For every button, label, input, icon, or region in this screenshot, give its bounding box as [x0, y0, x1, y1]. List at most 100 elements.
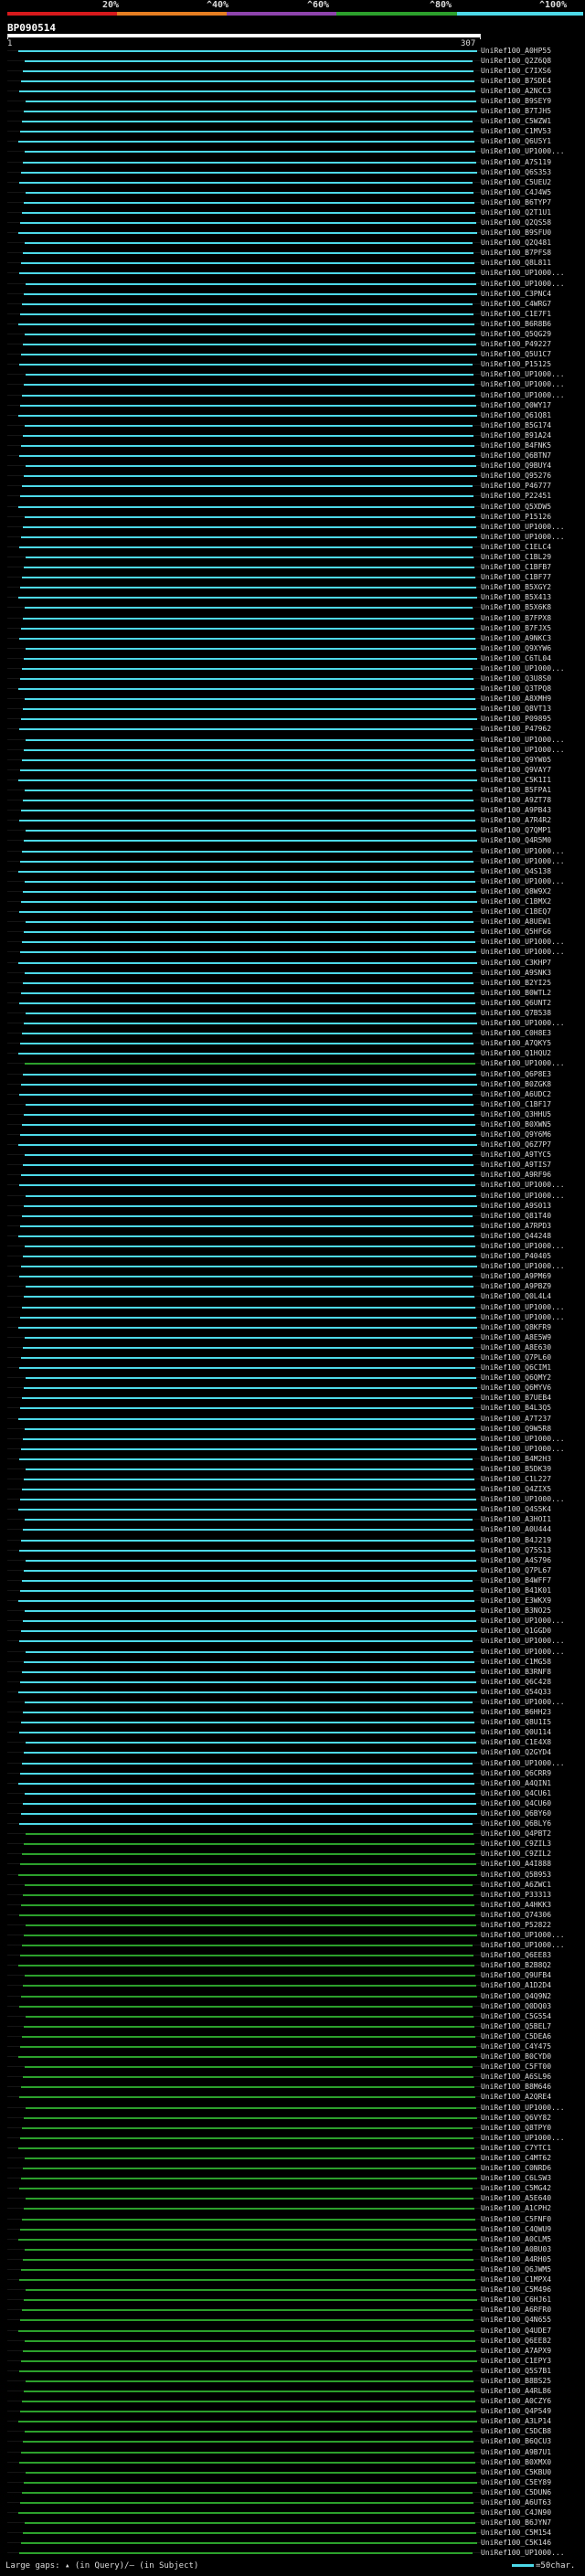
hit-alignment-bar[interactable]: [21, 2542, 477, 2544]
hit-id-link[interactable]: UniRef100_Q2T1U1: [481, 208, 551, 217]
hit-id-link[interactable]: UniRef100_C1BF17: [481, 1100, 551, 1109]
hit-id-link[interactable]: UniRef100_C1BF77: [481, 573, 551, 582]
hit-alignment-bar[interactable]: [25, 334, 475, 335]
hit-alignment-bar[interactable]: [21, 1630, 477, 1632]
hit-alignment-bar[interactable]: [24, 931, 474, 933]
hit-alignment-bar[interactable]: [24, 2117, 477, 2119]
hit-alignment-bar[interactable]: [23, 708, 476, 710]
hit-alignment-bar[interactable]: [25, 881, 475, 883]
hit-alignment-bar[interactable]: [26, 2380, 473, 2382]
hit-alignment-bar[interactable]: [20, 1955, 473, 1956]
hit-id-link[interactable]: UniRef100_UP1000...: [481, 269, 565, 278]
hit-alignment-bar[interactable]: [26, 1560, 476, 1562]
hit-id-link[interactable]: UniRef100_A8XMH9: [481, 694, 551, 704]
hit-id-link[interactable]: UniRef100_B3NO25: [481, 1606, 551, 1616]
hit-id-link[interactable]: UniRef100_UP1000...: [481, 1648, 565, 1657]
hit-alignment-bar[interactable]: [23, 800, 473, 801]
hit-id-link[interactable]: UniRef100_Q8KFR9: [481, 1323, 551, 1332]
hit-alignment-bar[interactable]: [24, 1935, 477, 1936]
hit-id-link[interactable]: UniRef100_A7APX9: [481, 2347, 551, 2356]
hit-id-link[interactable]: UniRef100_Q4S138: [481, 867, 551, 876]
hit-alignment-bar[interactable]: [22, 2036, 475, 2038]
hit-id-link[interactable]: UniRef100_C5K1I1: [481, 776, 551, 785]
hit-id-link[interactable]: UniRef100_B0XMX0: [481, 2458, 551, 2467]
hit-id-link[interactable]: UniRef100_C5MG42: [481, 2184, 551, 2193]
hit-alignment-bar[interactable]: [25, 2157, 475, 2159]
hit-alignment-bar[interactable]: [24, 2390, 474, 2392]
hit-alignment-bar[interactable]: [19, 728, 473, 730]
hit-alignment-bar[interactable]: [24, 2482, 477, 2484]
hit-id-link[interactable]: UniRef100_C6LSW3: [481, 2174, 551, 2183]
hit-alignment-bar[interactable]: [22, 121, 473, 122]
hit-id-link[interactable]: UniRef100_A6UDC2: [481, 1090, 551, 1099]
hit-alignment-bar[interactable]: [25, 972, 473, 974]
hit-alignment-bar[interactable]: [21, 1357, 474, 1359]
hit-id-link[interactable]: UniRef100_B91A24: [481, 431, 551, 440]
hit-id-link[interactable]: UniRef100_C5G554: [481, 2012, 551, 2021]
hit-id-link[interactable]: UniRef100_Q6QMY2: [481, 1373, 551, 1383]
hit-id-link[interactable]: UniRef100_P46777: [481, 482, 551, 491]
hit-id-link[interactable]: UniRef100_Q0WY17: [481, 401, 551, 410]
hit-alignment-bar[interactable]: [22, 2219, 475, 2221]
hit-id-link[interactable]: UniRef100_P52822: [481, 1921, 551, 1930]
hit-id-link[interactable]: UniRef100_P40405: [481, 1252, 551, 1261]
hit-alignment-bar[interactable]: [19, 1002, 475, 1004]
hit-id-link[interactable]: UniRef100_UP1000...: [481, 2104, 565, 2113]
hit-id-link[interactable]: UniRef100_C1MG58: [481, 1658, 551, 1667]
hit-id-link[interactable]: UniRef100_A2QRE4: [481, 2093, 551, 2102]
hit-id-link[interactable]: UniRef100_Q2Z6Q8: [481, 57, 551, 66]
hit-alignment-bar[interactable]: [26, 1377, 476, 1379]
hit-alignment-bar[interactable]: [19, 2188, 473, 2189]
hit-alignment-bar[interactable]: [18, 1874, 477, 1876]
hit-alignment-bar[interactable]: [18, 688, 474, 690]
hit-alignment-bar[interactable]: [25, 151, 475, 153]
hit-id-link[interactable]: UniRef100_UP1000...: [481, 2134, 565, 2143]
hit-alignment-bar[interactable]: [18, 1965, 474, 1966]
hit-alignment-bar[interactable]: [22, 851, 473, 853]
hit-id-link[interactable]: UniRef100_B5X413: [481, 593, 551, 602]
hit-alignment-bar[interactable]: [20, 222, 476, 224]
hit-id-link[interactable]: UniRef100_Q4PBT2: [481, 1829, 551, 1839]
hit-alignment-bar[interactable]: [21, 718, 477, 720]
hit-alignment-bar[interactable]: [24, 1570, 477, 1572]
hit-id-link[interactable]: UniRef100_UP1000...: [481, 1445, 565, 1454]
hit-id-link[interactable]: UniRef100_C4WRG7: [481, 300, 551, 309]
hit-alignment-bar[interactable]: [24, 1296, 474, 1298]
hit-alignment-bar[interactable]: [24, 2299, 477, 2301]
hit-id-link[interactable]: UniRef100_UP1000...: [481, 1262, 565, 1271]
hit-id-link[interactable]: UniRef100_Q9W5R8: [481, 1425, 551, 1434]
hit-id-link[interactable]: UniRef100_Q6CRR9: [481, 1769, 551, 1778]
hit-alignment-bar[interactable]: [25, 1428, 475, 1430]
hit-id-link[interactable]: UniRef100_UP1000...: [481, 1303, 565, 1312]
hit-id-link[interactable]: UniRef100_Q81T40: [481, 1212, 551, 1221]
hit-alignment-bar[interactable]: [26, 1742, 476, 1744]
hit-id-link[interactable]: UniRef100_A0HP55: [481, 47, 551, 56]
hit-id-link[interactable]: UniRef100_Q1GGD0: [481, 1627, 551, 1636]
hit-alignment-bar[interactable]: [25, 1701, 473, 1703]
hit-alignment-bar[interactable]: [18, 1327, 477, 1329]
hit-alignment-bar[interactable]: [22, 1124, 475, 1126]
hit-alignment-bar[interactable]: [20, 313, 473, 315]
hit-id-link[interactable]: UniRef100_Q4UDE7: [481, 2327, 551, 2336]
hit-alignment-bar[interactable]: [26, 2289, 476, 2291]
hit-alignment-bar[interactable]: [21, 810, 474, 811]
hit-alignment-bar[interactable]: [18, 1509, 477, 1511]
hit-id-link[interactable]: UniRef100_Q6U5Y1: [481, 137, 551, 146]
hit-id-link[interactable]: UniRef100_UP1000...: [481, 1931, 565, 1940]
hit-id-link[interactable]: UniRef100_C4MT62: [481, 2154, 551, 2163]
hit-id-link[interactable]: UniRef100_Q7QMP1: [481, 826, 551, 835]
hit-id-link[interactable]: UniRef100_Q2Q481: [481, 239, 551, 248]
hit-id-link[interactable]: UniRef100_C4QWU9: [481, 2225, 551, 2234]
hit-alignment-bar[interactable]: [26, 557, 473, 558]
hit-id-link[interactable]: UniRef100_Q2GYD4: [481, 1748, 551, 1757]
hit-alignment-bar[interactable]: [23, 435, 473, 437]
hit-id-link[interactable]: UniRef100_B7PFS8: [481, 249, 551, 258]
hit-alignment-bar[interactable]: [23, 344, 476, 345]
hit-alignment-bar[interactable]: [23, 1438, 476, 1440]
hit-alignment-bar[interactable]: [25, 1337, 473, 1339]
hit-alignment-bar[interactable]: [22, 1763, 473, 1765]
hit-id-link[interactable]: UniRef100_B7FPX8: [481, 614, 551, 623]
hit-alignment-bar[interactable]: [18, 2239, 477, 2241]
hit-id-link[interactable]: UniRef100_UP1000...: [481, 370, 565, 379]
hit-alignment-bar[interactable]: [22, 1580, 473, 1582]
